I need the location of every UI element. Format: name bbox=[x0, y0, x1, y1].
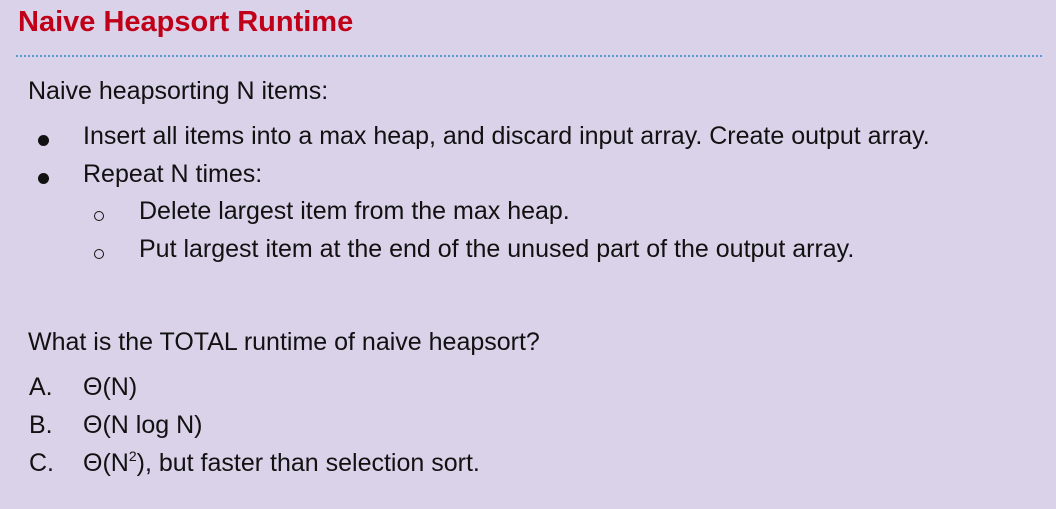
choice-text-start: Θ(N bbox=[83, 449, 129, 477]
slide-title: Naive Heapsort Runtime bbox=[18, 6, 354, 38]
exponent: 2 bbox=[128, 448, 137, 464]
sub-bullet-text: Put largest item at the end of the unuse… bbox=[139, 234, 855, 263]
title-divider bbox=[16, 55, 1042, 57]
intro-text: Naive heapsorting N items: bbox=[28, 77, 329, 105]
question-text: What is the TOTAL runtime of naive heaps… bbox=[28, 328, 540, 356]
bullet-disc-icon bbox=[38, 172, 49, 184]
bullet-text: Repeat N times: bbox=[83, 159, 263, 188]
bullet-circle-icon bbox=[94, 248, 104, 259]
choice-text-end: ), but faster than selection sort. bbox=[136, 449, 480, 477]
bullet-circle-icon bbox=[94, 211, 104, 221]
choice-letter: A. bbox=[29, 373, 53, 401]
choice-text: Θ(N) bbox=[83, 373, 138, 401]
choice-text: Θ(N log N) bbox=[83, 411, 203, 439]
choice-letter: B. bbox=[29, 411, 53, 439]
bullet-disc-icon bbox=[38, 135, 49, 146]
choice-text: Θ(N2), but faster than selection sort. bbox=[83, 449, 480, 478]
sub-bullet-text: Delete largest item from the max heap. bbox=[139, 197, 570, 225]
choice-letter: C. bbox=[29, 449, 54, 477]
bullet-text: Insert all items into a max heap, and di… bbox=[83, 122, 930, 150]
